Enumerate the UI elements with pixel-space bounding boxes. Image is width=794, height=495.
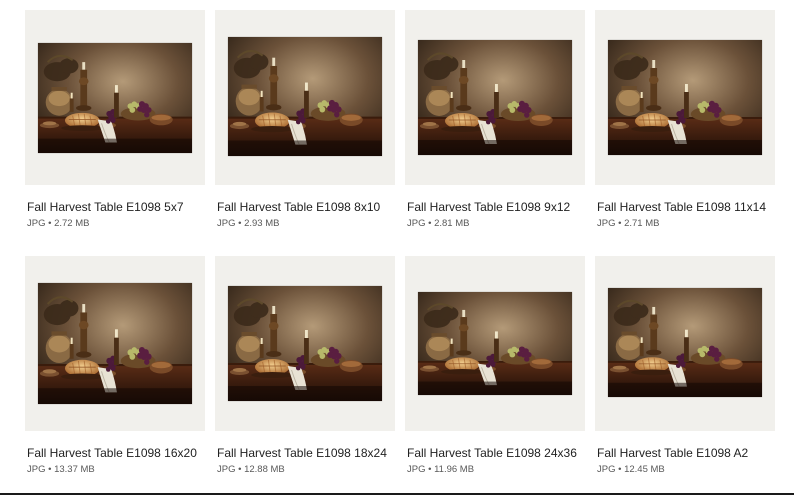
file-meta: JPG • 12.45 MB [597,464,665,475]
file-thumbnail[interactable] [215,10,395,185]
file-size: 2.72 MB [54,218,90,229]
file-title[interactable]: Fall Harvest Table E1098 8x10 [217,200,380,214]
harvest-photo-image [38,43,192,153]
file-card[interactable]: Fall Harvest Table E1098 16x20 JPG • 13.… [25,256,205,475]
file-title[interactable]: Fall Harvest Table E1098 18x24 [217,446,387,460]
file-card[interactable]: Fall Harvest Table E1098 5x7 JPG • 2.72 … [25,10,205,229]
file-type: JPG [27,464,46,475]
harvest-photo-image [418,40,572,155]
file-meta: JPG • 2.72 MB [27,218,89,229]
meta-separator: • [238,464,242,475]
file-title[interactable]: Fall Harvest Table E1098 16x20 [27,446,197,460]
file-thumbnail[interactable] [215,256,395,431]
file-thumbnail[interactable] [405,10,585,185]
file-thumbnail[interactable] [595,256,775,431]
file-size: 2.71 MB [624,218,660,229]
meta-separator: • [618,218,622,229]
file-size: 11.96 MB [434,464,475,475]
file-card[interactable]: Fall Harvest Table E1098 24x36 JPG • 11.… [405,256,585,475]
file-meta: JPG • 12.88 MB [217,464,285,475]
file-meta: JPG • 11.96 MB [407,464,474,475]
file-title[interactable]: Fall Harvest Table E1098 11x14 [597,200,766,214]
meta-separator: • [238,218,242,229]
file-thumbnail[interactable] [25,256,205,431]
meta-separator: • [428,218,432,229]
file-size: 2.93 MB [244,218,280,229]
file-size: 13.37 MB [54,464,95,475]
file-size: 12.88 MB [244,464,285,475]
file-thumbnail[interactable] [25,10,205,185]
file-meta: JPG • 13.37 MB [27,464,95,475]
harvest-photo-image [608,288,762,397]
meta-separator: • [48,464,52,475]
harvest-photo-image [418,292,572,395]
file-type: JPG [27,218,46,229]
file-title[interactable]: Fall Harvest Table E1098 24x36 [407,446,577,460]
harvest-photo-image [608,40,762,155]
file-card[interactable]: Fall Harvest Table E1098 A2 JPG • 12.45 … [595,256,775,475]
harvest-photo-image [228,37,382,156]
file-size: 12.45 MB [624,464,665,475]
file-meta: JPG • 2.71 MB [597,218,659,229]
file-thumbnail[interactable] [405,256,585,431]
file-type: JPG [407,464,426,475]
harvest-photo-image [228,286,382,401]
file-type: JPG [597,218,616,229]
file-title[interactable]: Fall Harvest Table E1098 9x12 [407,200,570,214]
file-meta: JPG • 2.93 MB [217,218,279,229]
file-title[interactable]: Fall Harvest Table E1098 5x7 [27,200,184,214]
file-type: JPG [217,464,236,475]
file-type: JPG [407,218,426,229]
file-title[interactable]: Fall Harvest Table E1098 A2 [597,446,748,460]
file-size: 2.81 MB [434,218,470,229]
file-meta: JPG • 2.81 MB [407,218,469,229]
meta-separator: • [428,464,432,475]
harvest-photo-image [38,283,192,404]
meta-separator: • [618,464,622,475]
file-card[interactable]: Fall Harvest Table E1098 18x24 JPG • 12.… [215,256,395,475]
file-type: JPG [217,218,236,229]
meta-separator: • [48,218,52,229]
file-thumbnail[interactable] [595,10,775,185]
file-grid: Fall Harvest Table E1098 5x7 JPG • 2.72 … [0,0,794,495]
file-card[interactable]: Fall Harvest Table E1098 11x14 JPG • 2.7… [595,10,775,229]
file-type: JPG [597,464,616,475]
file-card[interactable]: Fall Harvest Table E1098 9x12 JPG • 2.81… [405,10,585,229]
file-card[interactable]: Fall Harvest Table E1098 8x10 JPG • 2.93… [215,10,395,229]
